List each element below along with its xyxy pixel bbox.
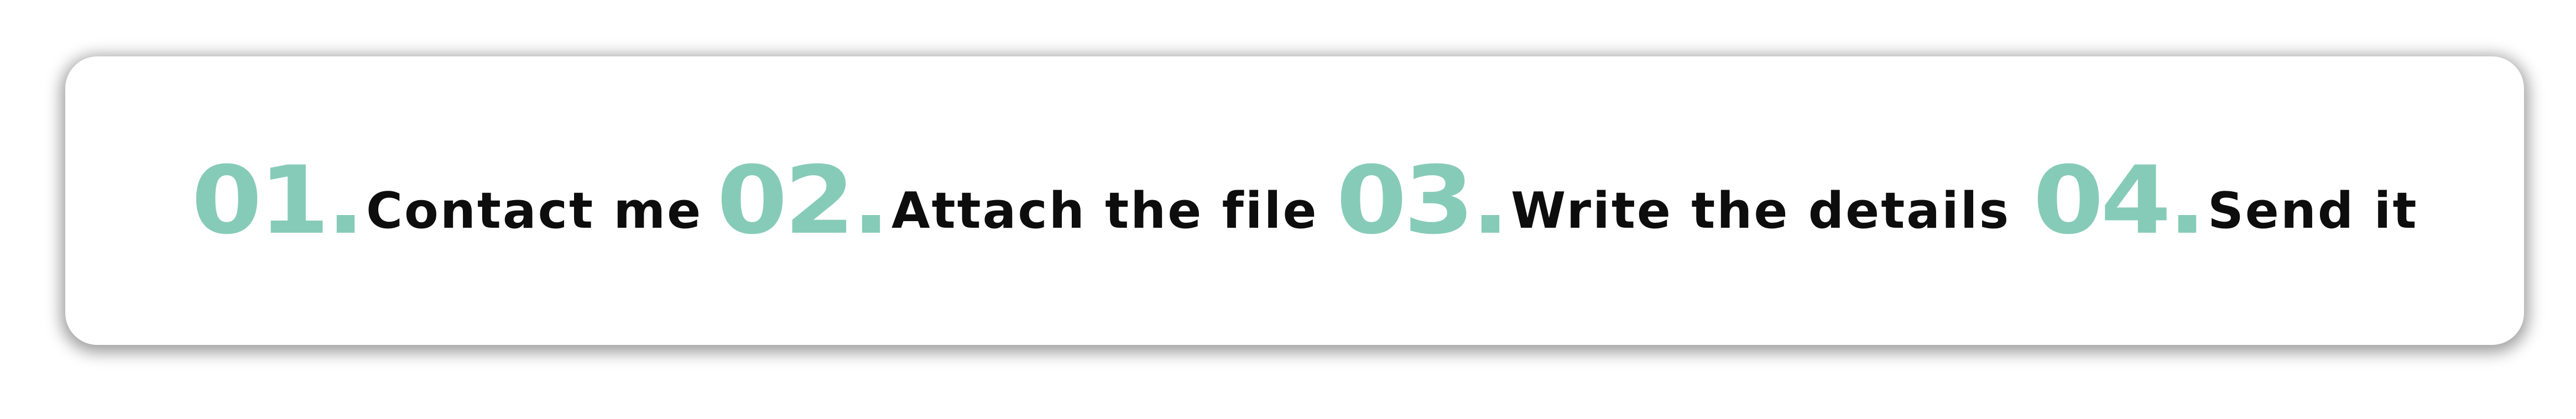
step-3: 03. Write the details (1336, 56, 2010, 345)
step-label: Send it (2207, 181, 2418, 240)
steps-card: 01. Contact me 02. Attach the file 03. W… (65, 56, 2524, 345)
step-1: 01. Contact me (191, 56, 702, 345)
step-2: 02. Attach the file (717, 56, 1318, 345)
step-number: 01. (191, 146, 365, 255)
step-number: 03. (1336, 146, 1510, 255)
step-label: Write the details (1510, 181, 2011, 240)
step-number: 04. (2033, 146, 2207, 255)
step-label: Attach the file (891, 181, 1318, 240)
step-label: Contact me (366, 181, 703, 240)
step-number: 02. (717, 146, 890, 255)
step-4: 04. Send it (2033, 56, 2418, 345)
